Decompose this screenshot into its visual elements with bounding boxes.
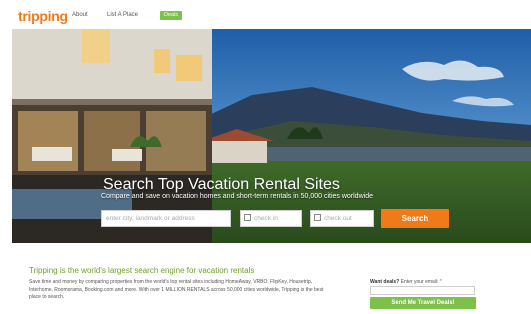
tripping-logo[interactable]: tripping	[18, 8, 68, 24]
calendar-icon	[244, 213, 251, 221]
top-navigation-bar: tripping About List A Place Deals	[0, 0, 531, 29]
check-in-placeholder: check in	[254, 215, 278, 222]
nav-deals-button[interactable]: Deals	[160, 11, 183, 20]
required-mark: *	[439, 279, 442, 285]
email-input[interactable]	[370, 286, 475, 295]
destination-placeholder: enter city, landmark or address	[106, 215, 195, 222]
check-out-placeholder: check out	[324, 215, 352, 222]
hero-headline: Search Top Vacation Rental Sites	[103, 176, 340, 193]
newsletter-label-text: Enter your email:	[400, 279, 439, 285]
tagline-heading: Tripping is the world's largest search e…	[29, 266, 255, 275]
check-out-date-input[interactable]: check out	[310, 210, 374, 227]
nav-list-a-place-link[interactable]: List A Place	[107, 12, 138, 18]
search-button[interactable]: Search	[381, 209, 449, 228]
send-travel-deals-button[interactable]: Send Me Travel Deals!	[370, 297, 476, 309]
newsletter-label-bold: Want deals?	[370, 279, 400, 285]
nav-about-link[interactable]: About	[72, 12, 88, 18]
check-in-date-input[interactable]: check in	[240, 210, 302, 227]
newsletter-label: Want deals? Enter your email: *	[370, 279, 442, 285]
destination-input[interactable]: enter city, landmark or address	[101, 210, 231, 227]
hero-subheadline: Compare and save on vacation homes and s…	[101, 193, 373, 200]
site-description: Save time and money by comparing propert…	[29, 279, 324, 300]
calendar-icon	[314, 213, 321, 221]
